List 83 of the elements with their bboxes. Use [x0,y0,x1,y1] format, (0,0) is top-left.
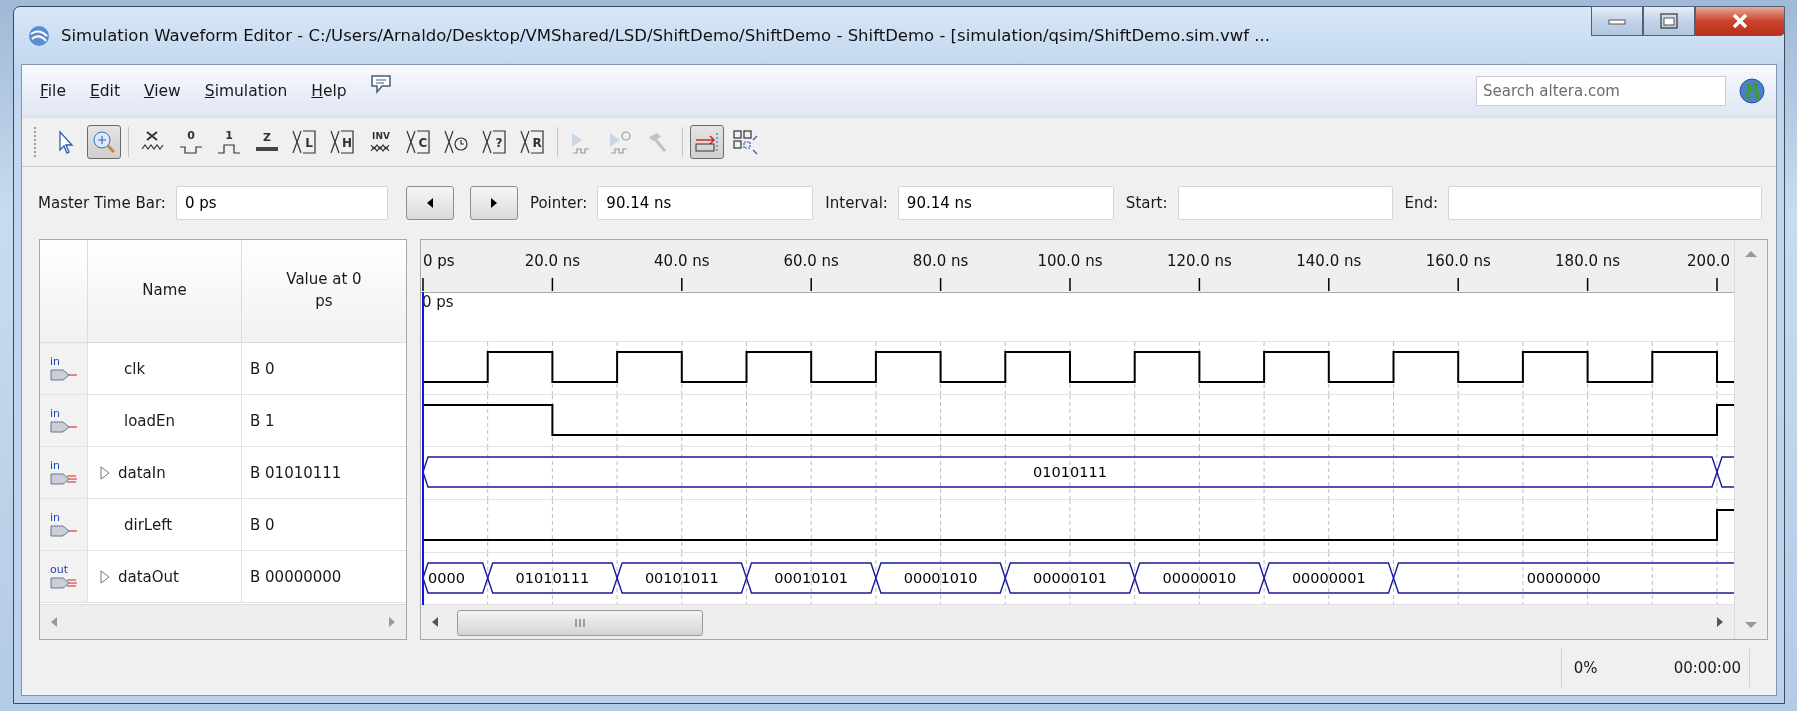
menu-item[interactable]: View [132,82,193,100]
set-value-button[interactable]: C [402,125,436,159]
menu-item[interactable]: File [28,82,78,100]
interval-field[interactable]: 90.14 ns [897,186,1114,220]
snap-to-grid-button[interactable] [690,125,724,159]
progress-text: 0% [1560,648,1644,687]
set-value-button[interactable]: H [326,125,360,159]
time-tick-label: 160.0 ns [1425,252,1491,270]
time-tick-label: 60.0 ns [783,252,839,270]
field-label: Interval: [825,194,888,212]
signal-value: B 01010111 [250,463,342,482]
bus-value: 00000101 [1033,569,1107,586]
zoom-tool-button[interactable] [87,125,121,159]
bus-value: 00101011 [644,569,719,586]
field-label: Master Time Bar: [38,194,166,212]
signal-value: B 00000000 [250,567,342,586]
maximize-icon [1660,13,1678,29]
invert-button[interactable]: INV [364,125,398,159]
minimize-button[interactable] [1591,6,1643,36]
force-high-button[interactable]: 1 [212,125,246,159]
window-title: Simulation Waveform Editor - C:/Users/Arnaldo/Desktop/VMShared/LSD/ShiftDemo/ShiftDemo - ShiftDemo - [simulation/qsim/ShiftDemo.sim.vwf ... [61,26,1270,45]
signal-name: clk [124,359,146,378]
column-header: Name [142,280,187,302]
bus-value: 01010111 [1033,464,1107,481]
feedback-icon[interactable] [368,73,393,95]
signal-name: dataIn [118,463,166,482]
high-impedance-button[interactable]: Z [250,125,284,159]
scroll-left-icon[interactable] [431,616,439,629]
scroll-down-icon[interactable] [1744,621,1758,629]
app-logo-icon [27,23,51,48]
time-tick-label: 80.0 ns [912,252,969,270]
scrollbar-thumb[interactable] [457,610,703,637]
bus-value: 00000000 [1526,569,1601,586]
expand-icon[interactable] [100,465,110,480]
master-time-field[interactable]: 0 ps [175,186,388,220]
signal-name: dataOut [118,567,179,586]
time-tick-label: 200.0 [1687,252,1730,270]
right-triangle-icon [488,197,499,209]
signal-value: B 0 [250,515,275,534]
globe-icon[interactable] [1738,77,1766,105]
bus-value: 0000 [428,569,465,586]
pointer-field[interactable]: 90.14 ns [597,186,814,220]
start-field[interactable] [1177,186,1393,220]
signal-name: dirLeft [124,515,173,534]
close-icon [1731,13,1749,29]
set-value-button[interactable]: ? [478,125,512,159]
bus-value: 00000001 [1291,569,1366,586]
search-field[interactable]: Search altera.com [1476,76,1726,106]
field-label: Start: [1125,194,1168,212]
bus-value: 01010111 [515,569,590,586]
set-value-button[interactable]: R [516,125,550,159]
grid-icon [730,127,760,157]
bus-value: 00001010 [903,569,978,586]
field-label: End: [1404,194,1439,212]
previous-button[interactable] [405,186,454,220]
time-tick-label: 180.0 ns [1555,252,1621,270]
time-tick-label: 100.0 ns [1037,252,1103,270]
signal-value: B 1 [250,411,275,430]
next-button[interactable] [469,186,518,220]
time-tick-label: 20.0 ns [524,252,581,270]
time-tick-label: 40.0 ns [654,252,710,270]
maximize-button[interactable] [1643,6,1695,36]
bus-value: 00010101 [774,569,849,586]
time-tick-label: 120.0 ns [1166,252,1232,270]
close-button[interactable] [1695,6,1785,36]
set-value-button[interactable]: L [288,125,322,159]
menu-item[interactable]: Help [299,82,359,100]
signal-value: B 0 [250,359,275,378]
time-tick-label: 0 ps [423,252,455,270]
elapsed-time: 00:00:00 [1643,648,1750,687]
scroll-up-icon[interactable] [1744,250,1758,258]
end-field[interactable] [1448,186,1762,220]
minimize-icon [1608,17,1626,25]
column-header: Value at 0 ps [286,269,362,312]
scroll-right-icon[interactable] [1716,616,1724,629]
expand-icon[interactable] [100,569,110,584]
force-low-button[interactable]: 0 [174,125,208,159]
time-tick-label: 140.0 ns [1296,252,1362,270]
signal-name: loadEn [124,411,176,430]
field-label: Pointer: [529,194,588,212]
bus-value: 00000010 [1162,569,1237,586]
menu-item[interactable]: Simulation [192,82,300,100]
menu-item[interactable]: Edit [77,82,132,100]
